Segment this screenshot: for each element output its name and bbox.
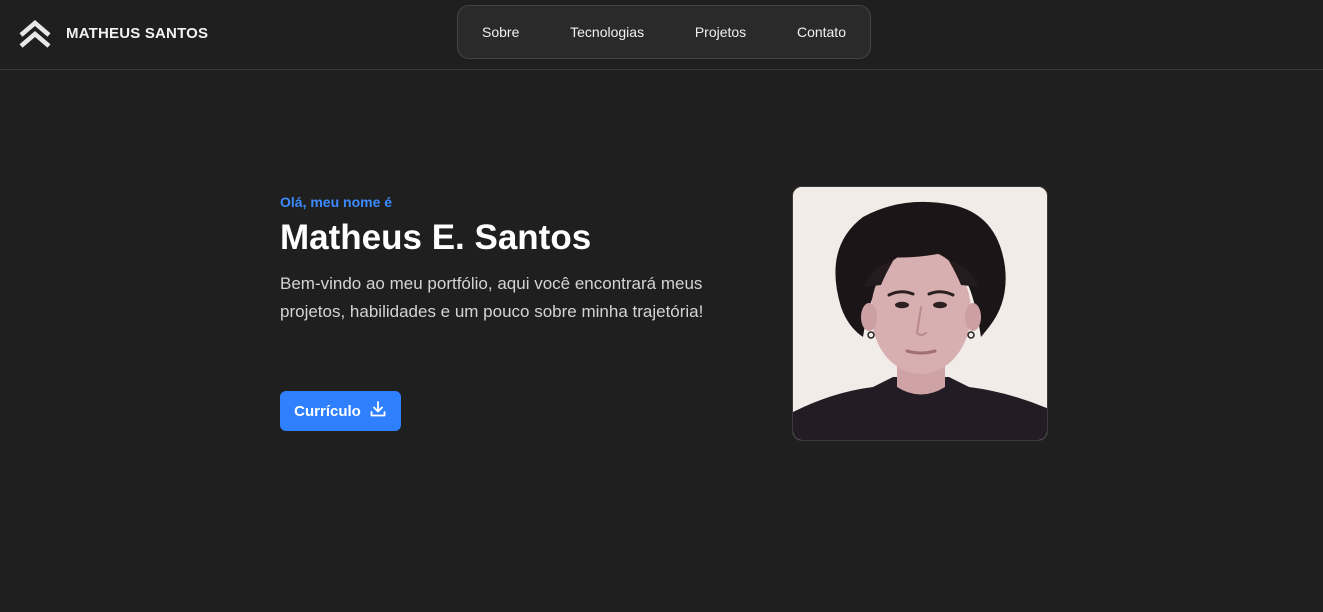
profile-photo [792,186,1048,441]
nav-item-contato[interactable]: Contato [797,24,846,40]
download-icon [369,400,387,422]
double-chevron-up-icon [18,18,52,48]
cv-button-label: Currículo [294,402,361,420]
hero-text: Olá, meu nome é Matheus E. Santos Bem-vi… [280,194,720,326]
hero-greeting: Olá, meu nome é [280,194,393,210]
nav-item-tecnologias[interactable]: Tecnologias [570,24,644,40]
brand-logo-link[interactable]: MATHEUS SANTOS [18,16,208,50]
hero-name: Matheus E. Santos [280,218,592,257]
cv-download-button[interactable]: Currículo [280,391,401,431]
site-header: MATHEUS SANTOS Sobre Tecnologias Projeto… [0,0,1323,70]
brand-name: MATHEUS SANTOS [66,24,209,42]
main-nav: Sobre Tecnologias Projetos Contato [457,5,871,59]
nav-item-projetos[interactable]: Projetos [695,24,746,40]
hero-description: Bem-vindo ao meu portfólio, aqui você en… [280,274,704,322]
nav-item-sobre[interactable]: Sobre [482,24,519,40]
